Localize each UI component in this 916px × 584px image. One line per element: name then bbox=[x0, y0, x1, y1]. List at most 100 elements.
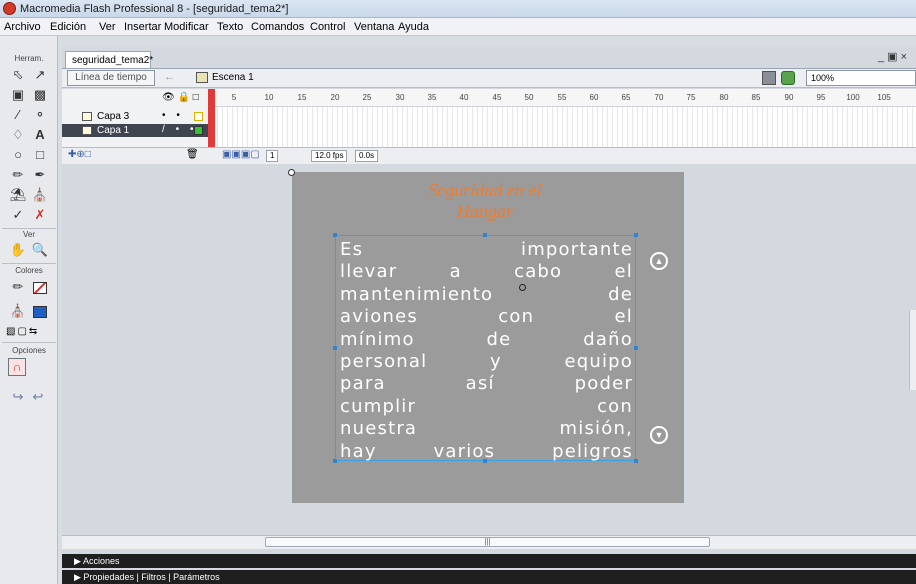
body-text-line: aviones con el bbox=[340, 306, 633, 328]
lasso-tool-icon[interactable]: ⚬ bbox=[30, 106, 50, 124]
menu-ventana[interactable]: Ventana bbox=[354, 21, 394, 33]
frame-number: 100 bbox=[846, 93, 860, 102]
stroke-color-swatch[interactable] bbox=[33, 282, 47, 294]
menu-archivo[interactable]: Archivo bbox=[4, 21, 41, 33]
scene-breadcrumb[interactable]: Escena 1 bbox=[212, 72, 254, 83]
frame-rate: 12.0 fps bbox=[311, 150, 348, 162]
menu-comandos[interactable]: Comandos bbox=[251, 21, 304, 33]
properties-panel-header[interactable]: ▶ Propiedades | Filtros | Parámetros bbox=[62, 570, 916, 584]
layer-icon bbox=[82, 112, 92, 121]
color-swap-icons[interactable]: ▧▢⇆ bbox=[6, 326, 52, 337]
window-controls[interactable]: _ ▣ × bbox=[878, 50, 907, 63]
tools-heading: Herram. bbox=[14, 54, 44, 63]
zoom-tool-icon[interactable]: 🔍 bbox=[30, 241, 50, 259]
layer-row[interactable]: Capa 1 / • • bbox=[62, 124, 212, 137]
frame-number: 20 bbox=[330, 93, 340, 102]
body-text-line: cumplir con bbox=[340, 395, 633, 417]
frame-number: 25 bbox=[362, 93, 372, 102]
options-heading: Opciones bbox=[12, 346, 46, 355]
selection-tool-icon[interactable]: ⬁ bbox=[8, 66, 28, 84]
rectangle-tool-icon[interactable]: □ bbox=[30, 146, 50, 164]
frame-number: 5 bbox=[231, 93, 237, 102]
pencil-tool-icon[interactable]: ✏ bbox=[8, 166, 28, 184]
resize-handle[interactable] bbox=[483, 233, 487, 237]
eyedropper-tool-icon[interactable]: ✓ bbox=[8, 206, 28, 224]
straighten-option-icon[interactable]: ↩ bbox=[28, 388, 48, 406]
layer-outline-box[interactable] bbox=[194, 112, 203, 121]
back-arrow-icon[interactable]: ← bbox=[164, 71, 175, 83]
resize-handle[interactable] bbox=[634, 459, 638, 463]
menu-ayuda[interactable]: Ayuda bbox=[398, 21, 429, 33]
layer-name: Capa 1 bbox=[97, 125, 130, 136]
layer-visibility-dots[interactable]: • • bbox=[162, 110, 185, 121]
body-text-line: llevar a cabo el bbox=[340, 261, 633, 283]
body-text-line: para así poder bbox=[340, 373, 633, 395]
vertical-scrollbar[interactable] bbox=[909, 310, 916, 390]
line-tool-icon[interactable]: ∕ bbox=[8, 106, 28, 124]
body-text-line: mantenimiento de bbox=[340, 283, 633, 305]
menu-texto[interactable]: Texto bbox=[217, 21, 243, 33]
frame-number: 105 bbox=[877, 93, 891, 102]
oval-tool-icon[interactable]: ○ bbox=[8, 146, 28, 164]
pen-tool-icon[interactable]: ♢ bbox=[8, 126, 28, 144]
fill-transform-tool-icon[interactable]: ▩ bbox=[30, 86, 50, 104]
stage-title-line: Seguridad en el bbox=[428, 180, 542, 200]
fill-color-icon[interactable]: ⛪ bbox=[8, 302, 28, 320]
actions-label: Acciones bbox=[82, 556, 120, 566]
toolbox-divider bbox=[2, 228, 56, 229]
toolbox-divider bbox=[2, 263, 56, 264]
resize-handle[interactable] bbox=[333, 459, 337, 463]
fill-color-swatch[interactable] bbox=[33, 306, 47, 318]
frame-number: 75 bbox=[686, 93, 696, 102]
paint-bucket-tool-icon[interactable]: ⛪ bbox=[30, 186, 50, 204]
ink-bottle-tool-icon[interactable]: ⛱ bbox=[8, 186, 28, 204]
menu-ver[interactable]: Ver bbox=[99, 21, 116, 33]
transform-point[interactable] bbox=[519, 284, 526, 291]
body-text-line: mínimo de daño bbox=[340, 328, 633, 350]
smooth-option-icon[interactable]: ↪ bbox=[8, 388, 28, 406]
resize-handle[interactable] bbox=[333, 346, 337, 350]
free-transform-tool-icon[interactable]: ▣ bbox=[8, 86, 28, 104]
menu-insertar[interactable]: Insertar bbox=[124, 21, 161, 33]
frame-number: 40 bbox=[459, 93, 469, 102]
expand-arrow-icon: ▶ bbox=[74, 556, 83, 566]
onion-skin-icons[interactable]: ▣▣▣▢ bbox=[222, 149, 260, 160]
zoom-select[interactable]: 100% bbox=[806, 70, 916, 86]
scroll-up-icon[interactable]: ▲ bbox=[650, 252, 668, 270]
resize-handle[interactable] bbox=[333, 233, 337, 237]
brush-tool-icon[interactable]: ✒ bbox=[30, 166, 50, 184]
body-text[interactable]: Es importante llevar a cabo el mantenimi… bbox=[340, 239, 633, 463]
layer-row[interactable]: Capa 3 • • bbox=[62, 110, 212, 123]
resize-handle[interactable] bbox=[634, 346, 638, 350]
stage-title[interactable]: Seguridad en el Hangar bbox=[390, 180, 580, 222]
menu-modificar[interactable]: Modificar bbox=[164, 21, 209, 33]
snap-magnet-icon[interactable]: ∩ bbox=[8, 358, 26, 376]
text-tool-icon[interactable]: A bbox=[30, 126, 50, 144]
stroke-color-icon[interactable]: ✏ bbox=[8, 278, 28, 296]
menu-edicion[interactable]: Edición bbox=[50, 21, 86, 33]
layer-visibility-dots[interactable]: / • • bbox=[162, 124, 198, 135]
layer-name: Capa 3 bbox=[97, 111, 130, 122]
timeline-toggle-button[interactable]: Línea de tiempo bbox=[67, 70, 155, 86]
body-text-line: personal y equipo bbox=[340, 351, 633, 373]
registration-point bbox=[288, 169, 295, 176]
stage-title-line: Hangar bbox=[456, 201, 513, 221]
edit-scene-icon[interactable] bbox=[762, 71, 776, 85]
resize-handle[interactable] bbox=[634, 233, 638, 237]
menu-control[interactable]: Control bbox=[310, 21, 345, 33]
actions-panel-header[interactable]: ▶ Acciones bbox=[62, 554, 916, 568]
scroll-down-icon[interactable]: ▼ bbox=[650, 426, 668, 444]
eraser-tool-icon[interactable]: ✗ bbox=[30, 206, 50, 224]
playhead[interactable] bbox=[208, 89, 215, 149]
edit-symbols-icon[interactable] bbox=[781, 71, 795, 85]
delete-layer-icon[interactable]: 🗑 bbox=[186, 149, 199, 160]
flash-app-icon bbox=[3, 2, 16, 15]
horizontal-scroll-thumb[interactable]: ||| bbox=[265, 537, 710, 547]
document-tab[interactable]: seguridad_tema2* bbox=[65, 51, 153, 68]
layer-outline-box[interactable] bbox=[194, 126, 203, 135]
subselection-tool-icon[interactable]: ↗ bbox=[30, 66, 50, 84]
frames-grid[interactable] bbox=[213, 107, 916, 147]
hand-tool-icon[interactable]: ✋ bbox=[8, 241, 28, 259]
body-text-line: Es importante bbox=[340, 239, 633, 260]
add-layer-icons[interactable]: ✚⊕□ bbox=[68, 149, 91, 160]
